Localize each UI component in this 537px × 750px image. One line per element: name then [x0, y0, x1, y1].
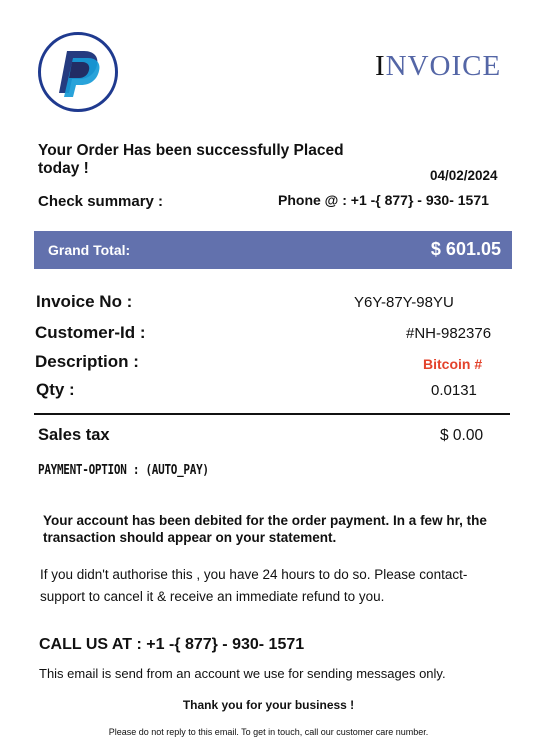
invoice-title-rest: NVOICE	[385, 50, 502, 82]
footer-note: Please do not reply to this email. To ge…	[108, 727, 429, 737]
invoice-title: INVOICE	[375, 50, 501, 83]
thank-you-message: Thank you for your business !	[182, 698, 355, 712]
invoice-no-label: Invoice No :	[36, 292, 133, 311]
invoice-date: 04/02/2024	[430, 168, 498, 183]
authorise-message: If you didn't authorise this , you have …	[40, 567, 468, 604]
grand-total-bar: Grand Total: $ 601.05	[34, 231, 512, 269]
check-summary-label: Check summary :	[38, 193, 164, 210]
sales-tax-label: Sales tax	[38, 426, 110, 444]
payment-option: PAYMENT-OPTION : (AUTO_PAY)	[38, 462, 209, 478]
qty-value: 0.0131	[431, 382, 477, 399]
invoice-title-initial: I	[375, 50, 386, 82]
grand-total-value: $ 601.05	[430, 239, 501, 259]
customer-id-value: #NH-982376	[406, 325, 492, 342]
email-note: This email is send from an account we us…	[39, 666, 446, 681]
paypal-logo-icon	[37, 31, 119, 113]
divider	[34, 413, 510, 415]
customer-id-label: Customer-Id :	[35, 323, 146, 342]
call-us-number: CALL US AT : +1 -{ 877} - 930- 1571	[39, 636, 305, 653]
qty-label: Qty :	[36, 380, 75, 399]
description-value: Bitcoin #	[423, 356, 483, 372]
phone-number: Phone @ : +1 -{ 877} - 930- 1571	[278, 192, 489, 208]
debit-message: Your account has been debited for the or…	[43, 513, 487, 545]
description-label: Description :	[35, 352, 139, 371]
grand-total-label: Grand Total:	[48, 242, 131, 258]
order-success-message: Your Order Has been successfully Placed …	[38, 142, 344, 177]
invoice-no-value: Y6Y-87Y-98YU	[354, 294, 454, 311]
sales-tax-value: $ 0.00	[440, 427, 484, 444]
